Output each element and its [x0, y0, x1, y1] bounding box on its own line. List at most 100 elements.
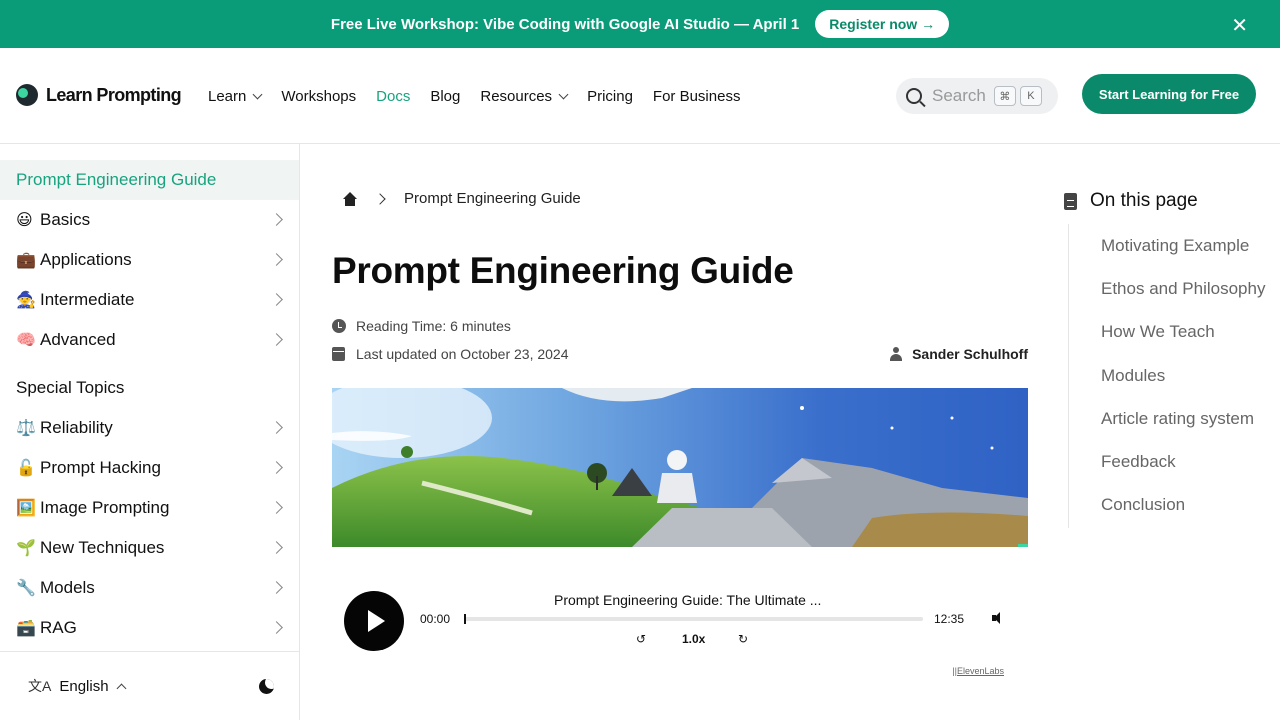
language-selector[interactable]: 文A English [28, 676, 126, 696]
chevron-right-icon [270, 293, 283, 306]
toc-heading-text: On this page [1090, 190, 1198, 211]
start-learning-button[interactable]: Start Learning for Free [1082, 74, 1256, 114]
wrench-icon: 🔧 [16, 580, 36, 597]
chevron-right-icon [270, 621, 283, 634]
seedling-icon: 🌱 [16, 540, 36, 557]
nav-blog[interactable]: Blog [430, 88, 460, 105]
sidebar-item-label: Reliability [40, 418, 113, 437]
announcement-banner: Free Live Workshop: Vibe Coding with Goo… [0, 0, 1280, 48]
last-updated-text: Last updated on October 23, 2024 [356, 346, 569, 362]
shortcut-key-k: K [1019, 86, 1042, 106]
volume-icon[interactable] [992, 612, 1004, 624]
site-header: Learn Prompting Learn Workshops Docs Blo… [0, 48, 1280, 144]
hero-image [332, 388, 1028, 547]
chevron-right-icon [270, 501, 283, 514]
chevron-right-icon [270, 461, 283, 474]
chevron-right-icon [270, 541, 283, 554]
toc-item-feedback[interactable]: Feedback [1101, 452, 1176, 472]
scales-icon: ⚖️ [16, 420, 36, 437]
sidebar-item-models[interactable]: 🔧 Models [0, 568, 299, 608]
page-title: Prompt Engineering Guide [332, 250, 794, 291]
moon-icon[interactable] [259, 679, 274, 694]
logo-icon [16, 84, 38, 106]
toc-heading: On this page [1064, 190, 1198, 212]
sidebar-item-label: Intermediate [40, 290, 135, 309]
nav-for-business[interactable]: For Business [653, 88, 741, 105]
logo[interactable]: Learn Prompting [16, 84, 182, 106]
toc-item-how-we-teach[interactable]: How We Teach [1101, 322, 1215, 342]
translate-icon: 文A [28, 678, 52, 694]
nav-workshops[interactable]: Workshops [281, 88, 356, 105]
last-updated: Last updated on October 23, 2024 [332, 346, 569, 362]
audio-title: Prompt Engineering Guide: The Ultimate .… [554, 592, 822, 608]
chevron-right-icon [270, 421, 283, 434]
close-icon[interactable]: ✕ [1231, 13, 1248, 38]
duration: 12:35 [934, 612, 965, 626]
sidebar-item-label: New Techniques [40, 538, 165, 557]
banner-text: Free Live Workshop: Vibe Coding with Goo… [330, 15, 800, 33]
sidebar-item-rag[interactable]: 🗃️ RAG [0, 608, 299, 648]
nav-learn[interactable]: Learn [208, 88, 263, 105]
nav-resources-label: Resources [480, 88, 553, 105]
play-icon[interactable] [344, 591, 404, 651]
toc-item-conclusion[interactable]: Conclusion [1101, 495, 1185, 515]
unlock-icon: 🔓 [16, 460, 36, 477]
sidebar-item-prompt-hacking[interactable]: 🔓 Prompt Hacking [0, 448, 299, 488]
sidebar-item-new-techniques[interactable]: 🌱 New Techniques [0, 528, 299, 568]
nav-resources[interactable]: Resources [480, 88, 569, 105]
register-button[interactable]: Register now → [815, 10, 950, 38]
home-icon[interactable] [342, 191, 358, 206]
chevron-right-icon [374, 192, 386, 205]
chevron-down-icon [252, 89, 263, 100]
sidebar-item-applications[interactable]: 💼 Applications [0, 240, 299, 280]
toc-item-motivating-example[interactable]: Motivating Example [1101, 236, 1249, 256]
language-label: English [59, 677, 109, 695]
sidebar-section-title: Special Topics [16, 378, 125, 397]
search-icon [906, 88, 922, 104]
audio-progress-bar[interactable] [464, 614, 923, 624]
elevenlabs-link[interactable]: ||ElevenLabs [952, 666, 1004, 676]
toc-item-article-rating-system[interactable]: Article rating system [1101, 409, 1254, 429]
sidebar-item-advanced[interactable]: 🧠 Advanced [0, 320, 299, 360]
brain-icon: 🧠 [16, 332, 36, 349]
sidebar-item-reliability[interactable]: ⚖️ Reliability [0, 408, 299, 448]
toc-item-ethos-and-philosophy[interactable]: Ethos and Philosophy [1101, 279, 1265, 299]
sidebar-item-label: Prompt Hacking [40, 458, 161, 477]
toc-item-modules[interactable]: Modules [1101, 366, 1165, 386]
sidebar-item-image-prompting[interactable]: 🖼️ Image Prompting [0, 488, 299, 528]
breadcrumb-current: Prompt Engineering Guide [404, 190, 581, 207]
clock-icon [332, 319, 346, 333]
main-nav: Learn Workshops Docs Blog Resources Pric… [208, 88, 760, 105]
logo-text: Learn Prompting [46, 84, 182, 105]
search-button[interactable]: Search ⌘ K [896, 78, 1058, 114]
chevron-right-icon [270, 253, 283, 266]
sidebar-item-label: RAG [40, 618, 77, 637]
nav-docs[interactable]: Docs [376, 88, 410, 105]
search-label: Search [932, 86, 986, 105]
docs-sidebar: Prompt Engineering Guide 😃 Basics 💼 Appl… [0, 144, 300, 720]
sidebar-item-label: Basics [40, 210, 91, 229]
document-icon [1064, 192, 1077, 210]
sidebar-item-basics[interactable]: 😃 Basics [0, 200, 299, 240]
chevron-down-icon [558, 89, 569, 100]
picture-icon: 🖼️ [16, 500, 36, 517]
reading-time-text: Reading Time: 6 minutes [356, 318, 511, 334]
author[interactable]: Sander Schulhoff [890, 346, 1028, 362]
chevron-right-icon [270, 581, 283, 594]
person-icon [890, 347, 903, 361]
wizard-icon: 🧙 [16, 292, 36, 309]
sidebar-item-label: Advanced [40, 330, 116, 349]
forward-icon[interactable]: ↻ [738, 632, 748, 646]
smiley-icon: 😃 [16, 212, 33, 229]
playback-rate-button[interactable]: 1.0x [682, 632, 705, 646]
sidebar-item-intermediate[interactable]: 🧙 Intermediate [0, 280, 299, 320]
sidebar-item-prompt-engineering-guide[interactable]: Prompt Engineering Guide [0, 160, 299, 200]
sidebar-item-label: Image Prompting [40, 498, 170, 517]
box-icon: 🗃️ [16, 620, 36, 637]
sidebar-item-label: Models [40, 578, 95, 597]
rewind-icon[interactable]: ↺ [636, 632, 646, 646]
chevron-right-icon [270, 333, 283, 346]
nav-learn-label: Learn [208, 88, 247, 105]
nav-pricing[interactable]: Pricing [587, 88, 633, 105]
shortcut-key-cmd: ⌘ [993, 86, 1016, 106]
